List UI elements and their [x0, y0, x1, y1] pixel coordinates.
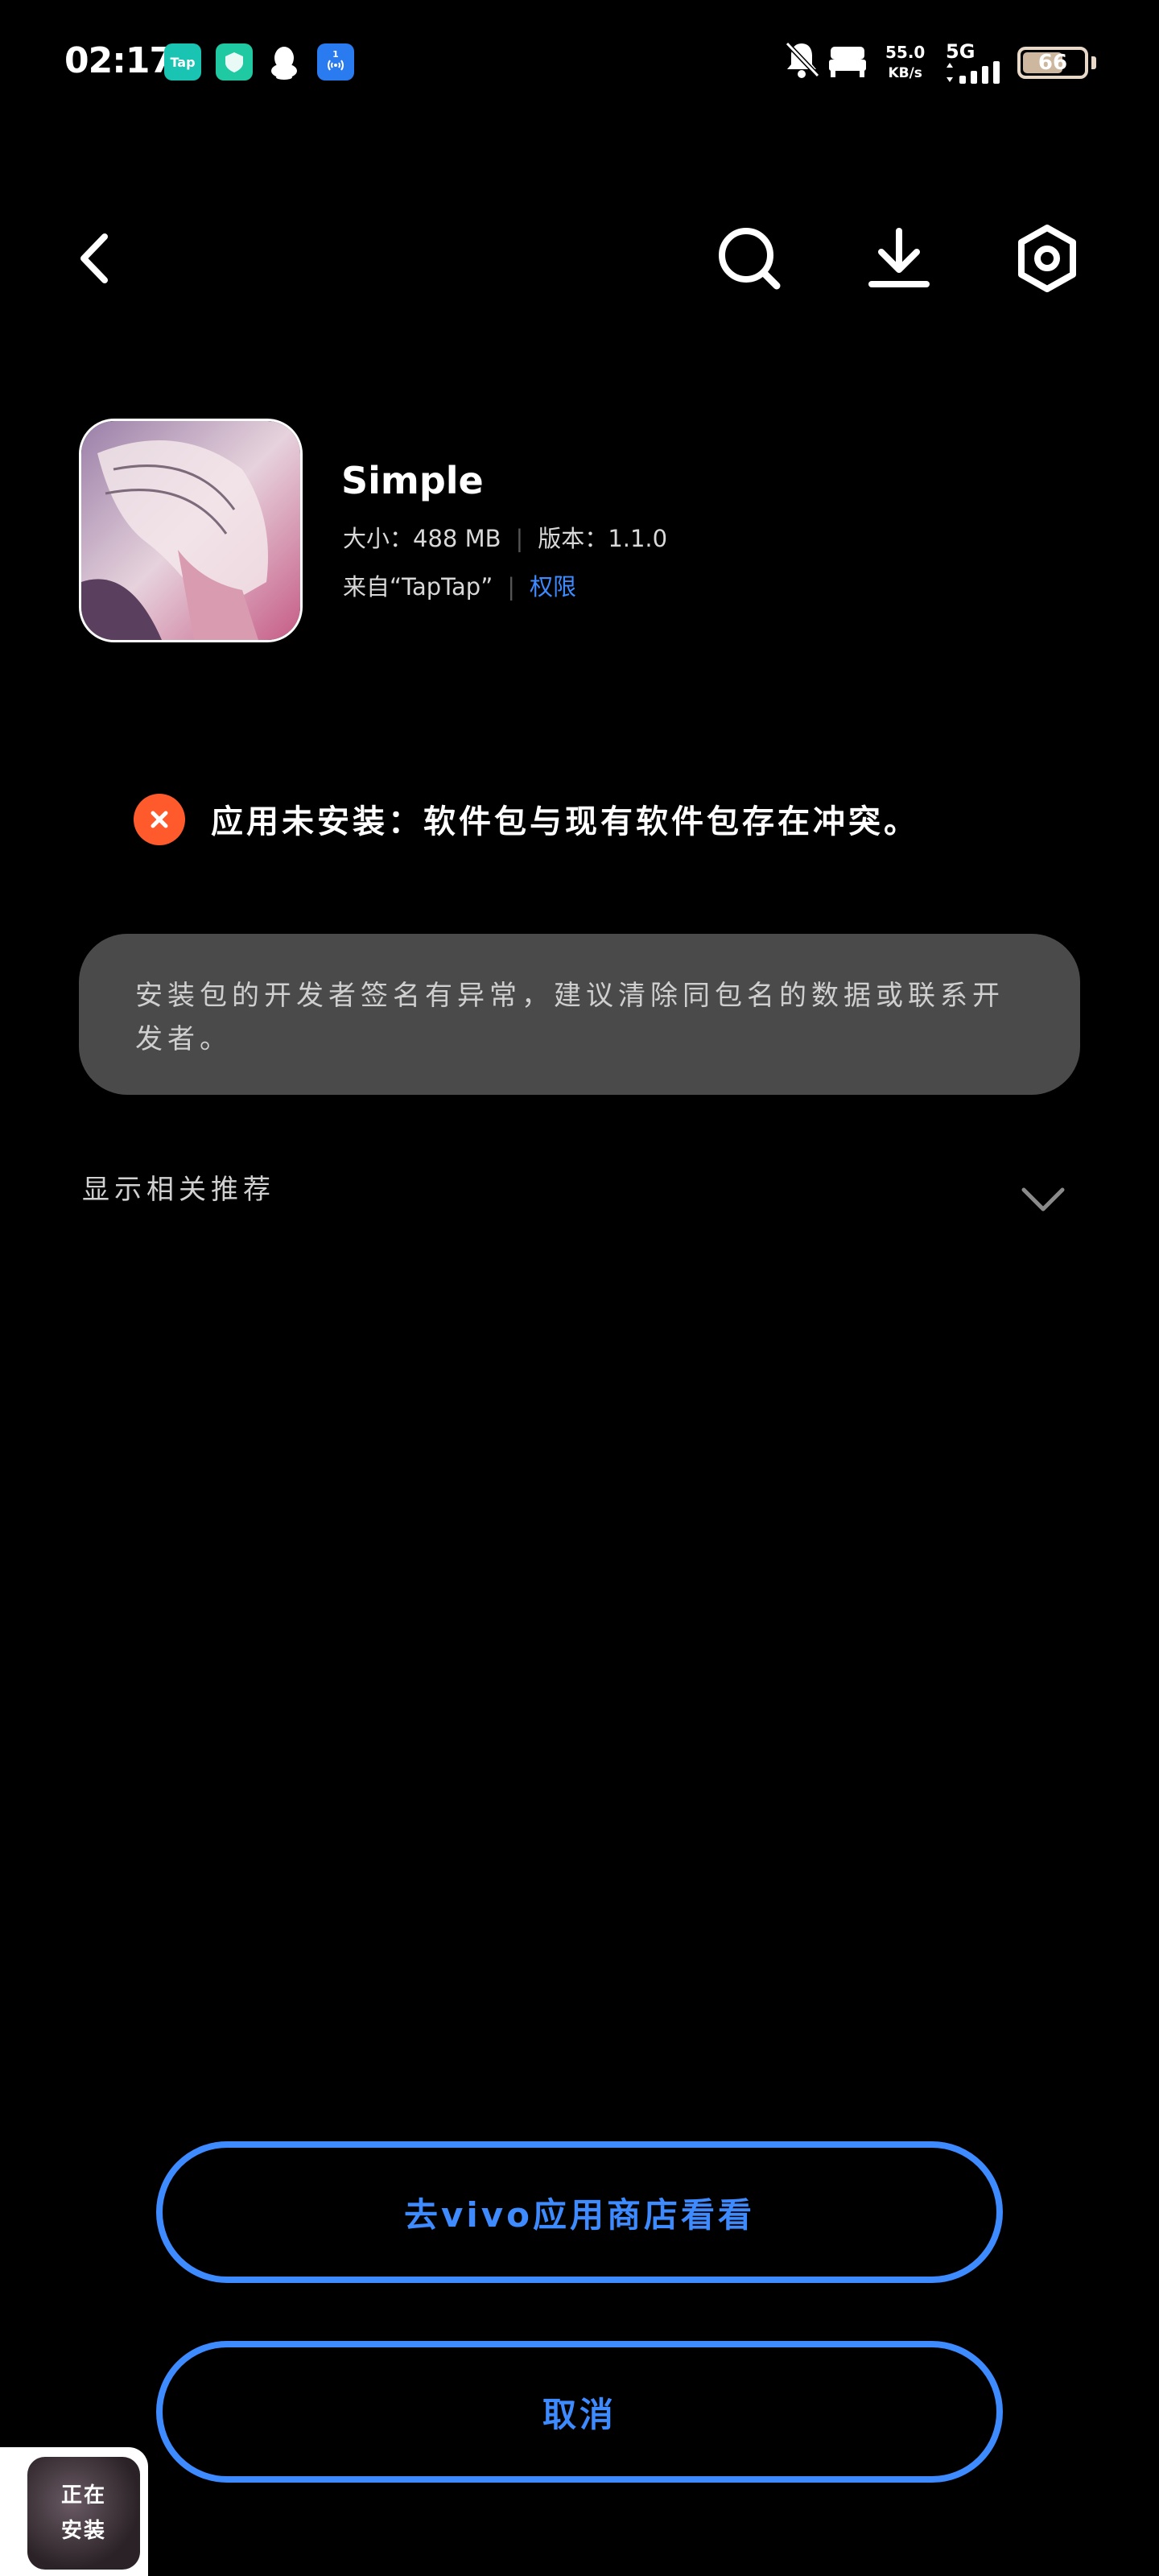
installing-floating-widget[interactable]: 正在 安装 [0, 2447, 148, 2576]
cancel-label: 取消 [542, 2394, 617, 2434]
status-bar: 02:17 Tap 1 55.0 KB/s 5G 66 [0, 0, 1159, 129]
signature-hint-text: 安装包的开发者签名有异常，建议清除同包名的数据或联系开发者。 [135, 980, 1004, 1055]
network-speed: 55.0 KB/s [885, 42, 925, 84]
app-source-line: 来自“TapTap” | 权限 [343, 568, 576, 602]
size-value: 488 MB [413, 525, 501, 552]
permissions-link[interactable]: 权限 [530, 573, 576, 601]
version-value: 1.1.0 [608, 525, 668, 552]
gear-icon [1018, 225, 1076, 292]
show-recommendations-label[interactable]: 显示相关推荐 [82, 1167, 275, 1207]
app-name: Simple [341, 459, 484, 502]
divider: | [515, 525, 524, 552]
installing-thumbnail: 正在 安装 [27, 2457, 140, 2570]
signal-icon [947, 61, 1011, 89]
network-speed-value: 55.0 [885, 43, 926, 62]
app-icon [79, 419, 303, 642]
chevron-down-icon[interactable] [1019, 1183, 1067, 1216]
app-size-version: 大小：488 MB | 版本：1.1.0 [343, 520, 667, 554]
error-message: 应用未安装：软件包与现有软件包存在冲突。 [211, 803, 919, 840]
download-button[interactable] [863, 222, 935, 295]
status-time: 02:17 [64, 40, 174, 81]
network-speed-unit: KB/s [888, 65, 922, 81]
cancel-button[interactable]: 取消 [156, 2341, 1003, 2483]
battery-indicator: 66 [1017, 47, 1088, 79]
settings-button[interactable] [1011, 222, 1083, 295]
search-button[interactable] [713, 222, 786, 295]
chevron-left-icon [80, 233, 108, 283]
battery-level: 66 [1037, 51, 1068, 75]
nfc-app-label: 1 [332, 49, 339, 60]
taptap-app-icon: Tap [164, 43, 201, 80]
app-source: 来自“TapTap” [343, 573, 493, 601]
back-button[interactable] [58, 222, 130, 295]
bed-icon [827, 43, 868, 82]
nfc-app-icon: 1 [317, 43, 354, 80]
download-icon [868, 228, 930, 287]
size-label: 大小： [343, 525, 414, 552]
open-vivo-store-button[interactable]: 去vivo应用商店看看 [156, 2141, 1003, 2283]
error-icon [134, 794, 185, 845]
taptap-app-label: Tap [170, 54, 196, 70]
bell-muted-icon [782, 39, 821, 84]
search-icon [719, 228, 781, 290]
divider: | [507, 573, 516, 601]
battery-nub [1091, 56, 1096, 69]
version-label: 版本： [538, 525, 608, 552]
installing-line2: 安装 [60, 2519, 106, 2543]
installing-line1: 正在 [60, 2483, 106, 2508]
qq-app-icon [266, 43, 303, 80]
network-type: 5G [946, 40, 975, 63]
shield-app-icon [216, 43, 253, 80]
open-vivo-store-label: 去vivo应用商店看看 [403, 2194, 755, 2235]
signature-hint-box: 安装包的开发者签名有异常，建议清除同包名的数据或联系开发者。 [79, 934, 1080, 1095]
